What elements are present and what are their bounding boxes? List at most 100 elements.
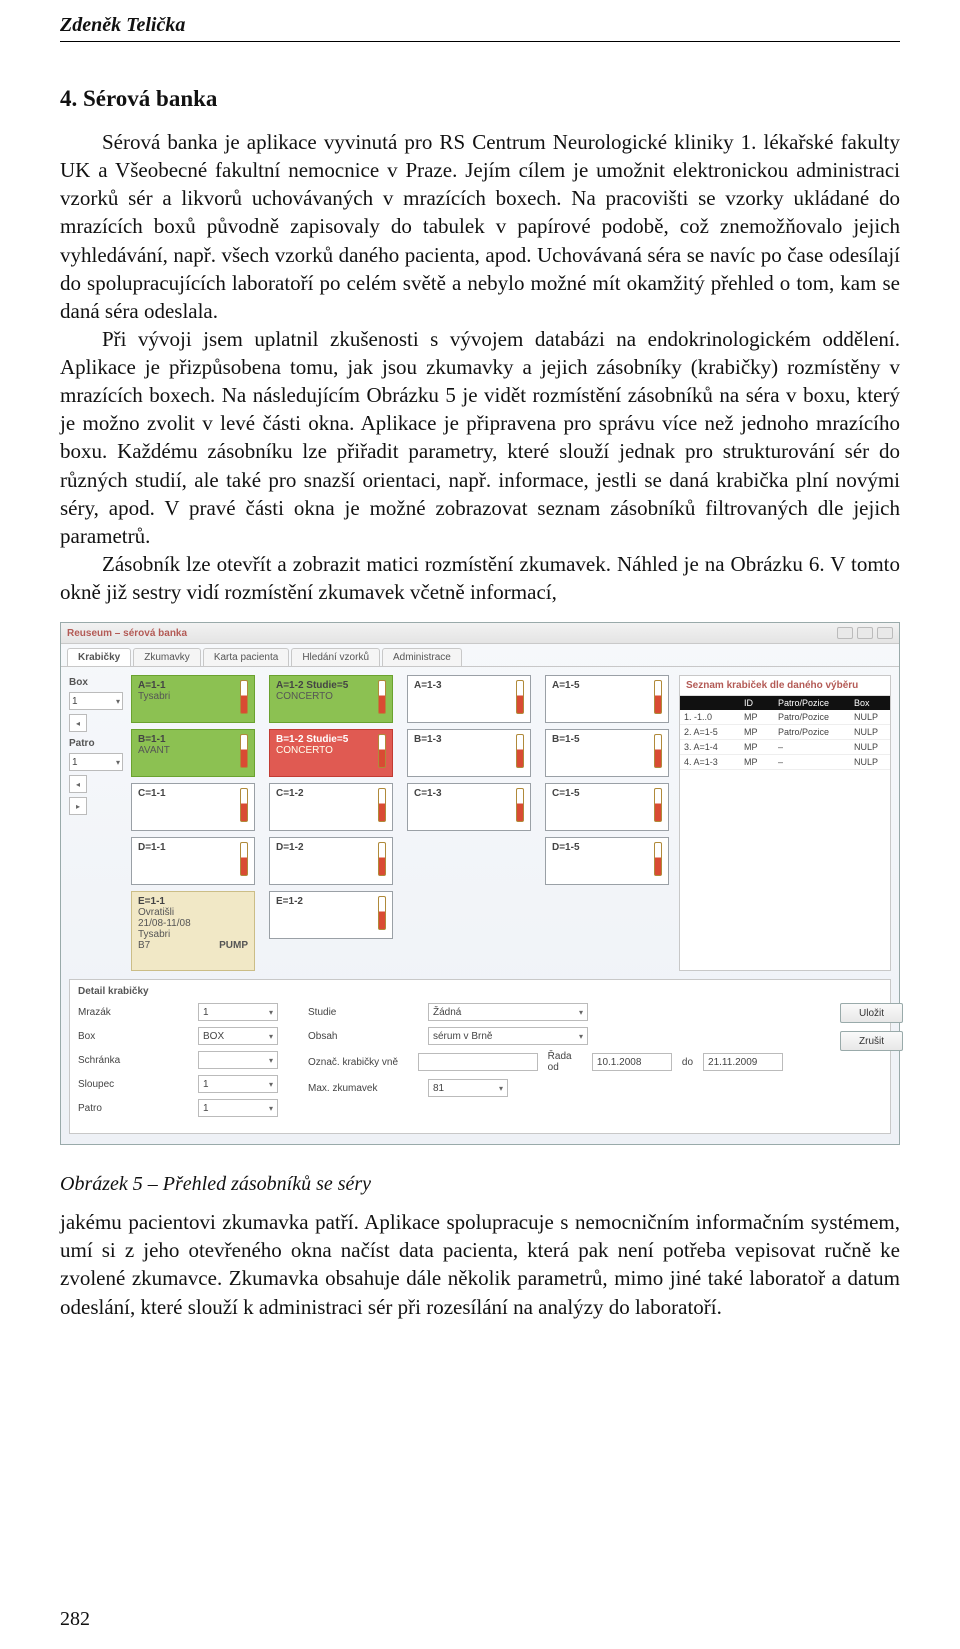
minimize-button[interactable] [837,627,853,639]
cell-title: B=1-2 Studie=5 [276,734,386,745]
paragraph-1: Sérová banka je aplikace vyvinutá pro RS… [60,128,900,325]
chevron-left-icon: ◂ [76,719,80,728]
col-box: Box [854,698,900,708]
patro-select[interactable]: 1▾ [69,753,123,771]
rada-do-value: 21.11.2009 [708,1057,757,1068]
cell-c1-1[interactable]: C=1-1 [131,783,255,831]
mrazak-select[interactable]: 1▾ [198,1003,278,1021]
cell-a1-3[interactable]: A=1-3 [407,675,531,723]
cell-a1-1[interactable]: A=1-1 Tysabri [131,675,255,723]
cell-e1-2[interactable]: E=1-2 [269,891,393,939]
cell-title: B=1-1 [138,734,248,745]
box-prev-button[interactable]: ◂ [69,714,87,732]
cell-title: B=1-3 [414,734,524,745]
cell-title: E=1-2 [276,896,386,907]
box-select[interactable]: 1▾ [69,692,123,710]
cell-subtitle: CONCERTO [276,691,386,702]
patro-next-button[interactable]: ▸ [69,797,87,815]
box-list-title: Seznam krabiček dle daného výběru [680,676,890,696]
cell-title: A=1-5 [552,680,662,691]
box-list-panel: Seznam krabiček dle daného výběru ID Pat… [679,675,891,971]
cell-title: E=1-1 [138,896,248,907]
cell-d1-2[interactable]: D=1-2 [269,837,393,885]
cell-d1-1[interactable]: D=1-1 [131,837,255,885]
chevron-down-icon: ▾ [269,1056,273,1065]
sloupec-select[interactable]: 1▾ [198,1075,278,1093]
cell: Patro/Pozice [778,712,852,722]
box-label: Box [69,677,123,688]
tab-administrace[interactable]: Administrace [382,648,462,666]
cell-tag: PUMP [219,940,248,951]
cell-title: A=1-3 [414,680,524,691]
box-select[interactable]: BOX▾ [198,1027,278,1045]
tab-krabicky[interactable]: Krabičky [67,648,131,666]
cell-line: B7 [138,940,150,951]
tab-hledani-vzorku[interactable]: Hledání vzorků [291,648,380,666]
cell-b1-2[interactable]: B=1-2 Studie=5 CONCERTO [269,729,393,777]
cell-a1-2[interactable]: A=1-2 Studie=5 CONCERTO [269,675,393,723]
chevron-down-icon: ▾ [116,697,120,706]
cancel-button[interactable]: Zrušit [840,1031,903,1051]
obsah-input[interactable]: sérum v Brně▾ [428,1027,588,1045]
maximize-button[interactable] [857,627,873,639]
cell-b1-3[interactable]: B=1-3 [407,729,531,777]
chevron-down-icon: ▾ [579,1008,583,1017]
table-row[interactable]: 4. A=1-3 MP – NULP [680,755,890,770]
cell: 4. A=1-3 [684,757,742,767]
cell-d1-5[interactable]: D=1-5 [545,837,669,885]
rada-do-label: do [682,1057,693,1068]
cell: NULP [854,742,900,752]
window-buttons [837,627,893,639]
tube-icon [378,788,386,822]
cell: NULP [854,712,900,722]
cell: 3. A=1-4 [684,742,742,752]
patro-prev-button[interactable]: ◂ [69,775,87,793]
app-title: Reuseum – sérová banka [67,628,187,639]
max-select[interactable]: 81▾ [428,1079,508,1097]
tube-icon [240,734,248,768]
cell-e1-1-selected[interactable]: E=1-1 Ovratišli 21/08-11/08 Tysabri B7 P… [131,891,255,971]
cell-c1-5[interactable]: C=1-5 [545,783,669,831]
table-row[interactable]: 2. A=1-5 MP Patro/Pozice NULP [680,725,890,740]
cell-b1-1[interactable]: B=1-1 AVANT [131,729,255,777]
cell-a1-5[interactable]: A=1-5 [545,675,669,723]
paragraph-2: Při vývoji jsem uplatnil zkušenosti s vý… [60,325,900,550]
cell-b1-5[interactable]: B=1-5 [545,729,669,777]
cell: 2. A=1-5 [684,727,742,737]
mrazak-value: 1 [203,1007,209,1018]
tube-icon [654,734,662,768]
ozn-krab-input[interactable] [418,1053,538,1071]
patro-label: Patro [69,738,123,749]
ozn-krab-label: Označ. krabičky vně [308,1057,408,1068]
cell-title: C=1-2 [276,788,386,799]
col-blank [684,698,742,708]
left-selector-panel: Box 1▾ ◂ Patro 1▾ ◂ ▸ [69,675,123,971]
tube-icon [378,896,386,930]
chevron-right-icon: ▸ [76,802,80,811]
cell-title: D=1-2 [276,842,386,853]
schranka-label: Schránka [78,1055,188,1066]
studie-input[interactable]: Žádná▾ [428,1003,588,1021]
table-row[interactable]: 3. A=1-4 MP – NULP [680,740,890,755]
cell-c1-2[interactable]: C=1-2 [269,783,393,831]
close-button[interactable] [877,627,893,639]
tab-karta-pacienta[interactable]: Karta pacienta [203,648,290,666]
tube-icon [240,788,248,822]
rada-od-value: 10.1.2008 [597,1057,642,1068]
col-patropozice: Patro/Pozice [778,698,852,708]
rada-do-input[interactable]: 21.11.2009 [703,1053,783,1071]
cell-title: D=1-1 [138,842,248,853]
cell-c1-3[interactable]: C=1-3 [407,783,531,831]
save-button[interactable]: Uložit [840,1003,903,1023]
tube-icon [516,734,524,768]
table-row[interactable]: 1. -1..0 MP Patro/Pozice NULP [680,710,890,725]
chevron-down-icon: ▾ [269,1008,273,1017]
patro-select[interactable]: 1▾ [198,1099,278,1117]
schranka-select[interactable]: ▾ [198,1051,278,1069]
table-header: ID Patro/Pozice Box [680,696,890,710]
figure-5-caption: Obrázek 5 – Přehled zásobníků se séry [60,1173,900,1196]
tab-zkumavky[interactable]: Zkumavky [133,648,201,666]
tube-icon [378,842,386,876]
rada-od-input[interactable]: 10.1.2008 [592,1053,672,1071]
sloupec-label: Sloupec [78,1079,188,1090]
